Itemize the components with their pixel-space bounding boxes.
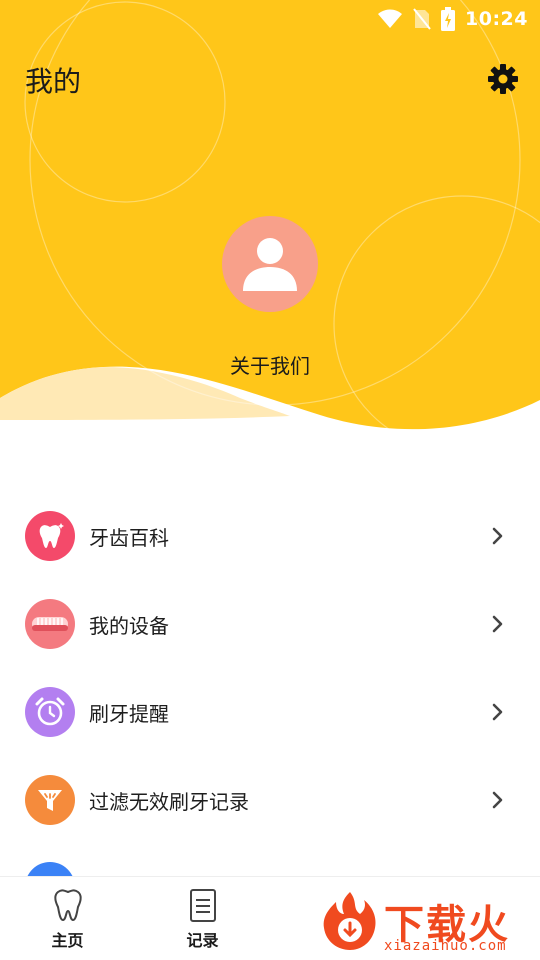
status-time: 10:24 xyxy=(465,8,528,30)
tab-records[interactable]: 记录 xyxy=(135,877,270,960)
menu-item-tooth-encyclopedia[interactable]: 牙齿百科 xyxy=(0,492,540,580)
user-icon xyxy=(243,238,297,291)
tab-home[interactable]: 主页 xyxy=(0,877,135,960)
no-sim-icon xyxy=(413,8,431,30)
about-us-link[interactable]: 关于我们 xyxy=(0,350,540,379)
avatar[interactable] xyxy=(222,216,318,312)
toothbrush-icon xyxy=(25,599,75,649)
menu-item-label: 牙齿百科 xyxy=(89,525,169,550)
menu-item-my-devices[interactable]: 我的设备 xyxy=(0,580,540,668)
chevron-right-icon xyxy=(492,615,503,633)
alarm-clock-icon xyxy=(25,687,75,737)
filter-icon xyxy=(25,775,75,825)
menu-item-label: 刷牙提醒 xyxy=(89,701,169,726)
chevron-right-icon xyxy=(492,703,503,721)
chevron-right-icon xyxy=(492,527,503,545)
menu-item-label: 我的设备 xyxy=(89,613,169,638)
flame-logo-icon xyxy=(323,892,376,950)
tab-label: 主页 xyxy=(51,931,84,950)
chevron-right-icon xyxy=(492,791,503,809)
battery-charging-icon xyxy=(441,7,456,31)
status-bar: 10:24 xyxy=(0,0,540,38)
settings-button[interactable] xyxy=(484,60,522,98)
tab-label: 记录 xyxy=(186,931,219,950)
tooth-icon xyxy=(25,511,75,561)
settings-menu: 牙齿百科 我的设备 刷牙提醒 过滤无效刷牙记录 xyxy=(0,492,540,844)
watermark-url: xiazaihuo.com xyxy=(384,938,507,954)
gear-icon xyxy=(488,64,518,94)
wifi-icon xyxy=(378,9,403,28)
menu-item-filter-invalid-records[interactable]: 过滤无效刷牙记录 xyxy=(0,756,540,844)
page-title: 我的 xyxy=(25,65,82,98)
profile-header: 10:24 我的 关于我们 xyxy=(0,0,540,440)
tooth-outline-icon xyxy=(53,889,82,922)
menu-item-label: 过滤无效刷牙记录 xyxy=(89,789,249,814)
watermark-logo: 下载火 xiazaihuo.com xyxy=(318,886,540,956)
menu-item-brushing-reminder[interactable]: 刷牙提醒 xyxy=(0,668,540,756)
clipboard-icon xyxy=(189,889,216,922)
